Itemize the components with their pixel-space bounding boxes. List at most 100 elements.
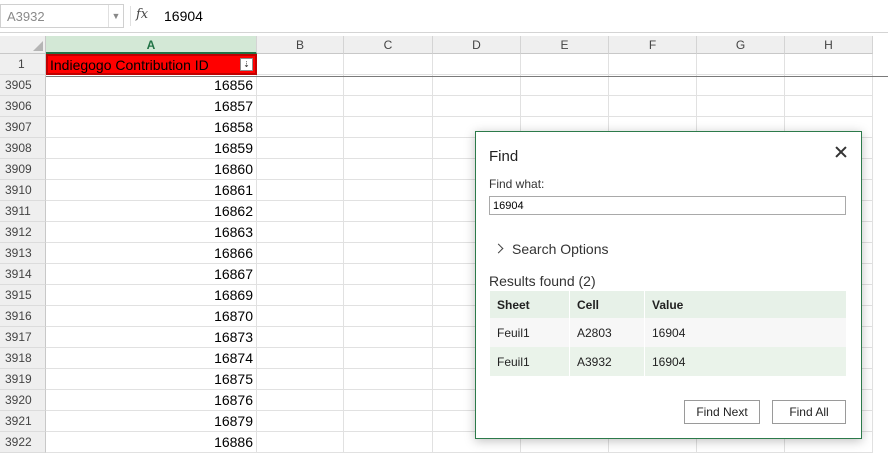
column-header-a[interactable]: A [46, 36, 257, 54]
name-box[interactable]: A3932 ▼ [0, 4, 124, 28]
empty-cell[interactable] [257, 327, 344, 348]
row-header[interactable]: 3916 [0, 306, 46, 327]
empty-cell[interactable] [521, 75, 609, 96]
empty-cell[interactable] [257, 390, 344, 411]
empty-cell[interactable] [344, 159, 433, 180]
empty-cell[interactable] [344, 327, 433, 348]
row-header[interactable]: 3910 [0, 180, 46, 201]
find-what-input[interactable] [489, 196, 846, 215]
empty-cell[interactable] [257, 117, 344, 138]
empty-cell[interactable] [344, 222, 433, 243]
cell-a[interactable]: 16873 [46, 327, 257, 348]
empty-cell[interactable] [344, 369, 433, 390]
cell-a[interactable]: 16870 [46, 306, 257, 327]
row-header[interactable]: 3920 [0, 390, 46, 411]
empty-cell[interactable] [609, 54, 697, 75]
cell-a[interactable]: 16856 [46, 75, 257, 96]
column-header-h[interactable]: H [785, 36, 873, 54]
cell-a[interactable]: 16858 [46, 117, 257, 138]
row-header[interactable]: 3919 [0, 369, 46, 390]
empty-cell[interactable] [521, 54, 609, 75]
empty-cell[interactable] [344, 201, 433, 222]
empty-cell[interactable] [697, 75, 785, 96]
empty-cell[interactable] [344, 75, 433, 96]
results-header-sheet[interactable]: Sheet [490, 291, 570, 318]
cell-a[interactable]: 16863 [46, 222, 257, 243]
row-header[interactable]: 3917 [0, 327, 46, 348]
column-header-e[interactable]: E [521, 36, 609, 54]
row-header[interactable]: 3905 [0, 75, 46, 96]
chevron-down-icon[interactable]: ▼ [108, 5, 123, 27]
row-header[interactable]: 3906 [0, 96, 46, 117]
empty-cell[interactable] [344, 54, 433, 75]
cell-a[interactable]: 16860 [46, 159, 257, 180]
search-options-toggle[interactable]: Search Options [493, 241, 609, 257]
empty-cell[interactable] [521, 96, 609, 117]
find-all-button[interactable]: Find All [772, 400, 846, 424]
empty-cell[interactable] [257, 96, 344, 117]
row-header[interactable]: 3911 [0, 201, 46, 222]
empty-cell[interactable] [257, 75, 344, 96]
empty-cell[interactable] [433, 75, 521, 96]
empty-cell[interactable] [257, 138, 344, 159]
empty-cell[interactable] [344, 390, 433, 411]
select-all-corner[interactable] [0, 36, 46, 54]
empty-cell[interactable] [344, 306, 433, 327]
cell-a[interactable]: 16861 [46, 180, 257, 201]
empty-cell[interactable] [344, 411, 433, 432]
empty-cell[interactable] [257, 243, 344, 264]
row-header[interactable]: 3915 [0, 285, 46, 306]
empty-cell[interactable] [257, 159, 344, 180]
cell-a[interactable]: 16876 [46, 390, 257, 411]
row-header[interactable]: 3918 [0, 348, 46, 369]
empty-cell[interactable] [433, 54, 521, 75]
empty-cell[interactable] [785, 96, 873, 117]
cell-a[interactable]: 16867 [46, 264, 257, 285]
row-header[interactable]: 3913 [0, 243, 46, 264]
row-header[interactable]: 3907 [0, 117, 46, 138]
column-header-b[interactable]: B [257, 36, 344, 54]
empty-cell[interactable] [257, 306, 344, 327]
empty-cell[interactable] [609, 96, 697, 117]
empty-cell[interactable] [257, 54, 344, 75]
column-header-g[interactable]: G [697, 36, 785, 54]
find-next-button[interactable]: Find Next [684, 400, 760, 424]
column-header-c[interactable]: C [344, 36, 433, 54]
filter-sort-icon[interactable]: ⇣ [240, 58, 253, 71]
empty-cell[interactable] [257, 348, 344, 369]
empty-cell[interactable] [785, 54, 873, 75]
row-header[interactable]: 3921 [0, 411, 46, 432]
empty-cell[interactable] [257, 201, 344, 222]
empty-cell[interactable] [697, 54, 785, 75]
formula-input[interactable]: 16904 [164, 8, 203, 24]
cell-a[interactable]: 16866 [46, 243, 257, 264]
column-header-d[interactable]: D [433, 36, 521, 54]
empty-cell[interactable] [785, 75, 873, 96]
empty-cell[interactable] [344, 96, 433, 117]
cell-a[interactable]: 16874 [46, 348, 257, 369]
cell-a[interactable]: 16875 [46, 369, 257, 390]
close-icon[interactable] [833, 144, 849, 160]
results-header-cell[interactable]: Cell [569, 291, 645, 318]
row-header[interactable]: 3914 [0, 264, 46, 285]
empty-cell[interactable] [344, 264, 433, 285]
empty-cell[interactable] [609, 75, 697, 96]
row-header[interactable]: 3909 [0, 159, 46, 180]
cell-a[interactable]: 16859 [46, 138, 257, 159]
empty-cell[interactable] [344, 432, 433, 453]
cell-a[interactable]: 16886 [46, 432, 257, 453]
cell-a[interactable]: 16869 [46, 285, 257, 306]
result-row[interactable]: Feuil1 A2803 16904 [490, 318, 847, 347]
cell-a[interactable]: 16879 [46, 411, 257, 432]
row-header[interactable]: 3912 [0, 222, 46, 243]
empty-cell[interactable] [257, 285, 344, 306]
empty-cell[interactable] [344, 243, 433, 264]
empty-cell[interactable] [344, 285, 433, 306]
empty-cell[interactable] [257, 222, 344, 243]
empty-cell[interactable] [344, 180, 433, 201]
empty-cell[interactable] [697, 96, 785, 117]
empty-cell[interactable] [257, 411, 344, 432]
cell-a[interactable]: 16857 [46, 96, 257, 117]
function-icon[interactable]: fx [136, 7, 148, 22]
row-header[interactable]: 3908 [0, 138, 46, 159]
